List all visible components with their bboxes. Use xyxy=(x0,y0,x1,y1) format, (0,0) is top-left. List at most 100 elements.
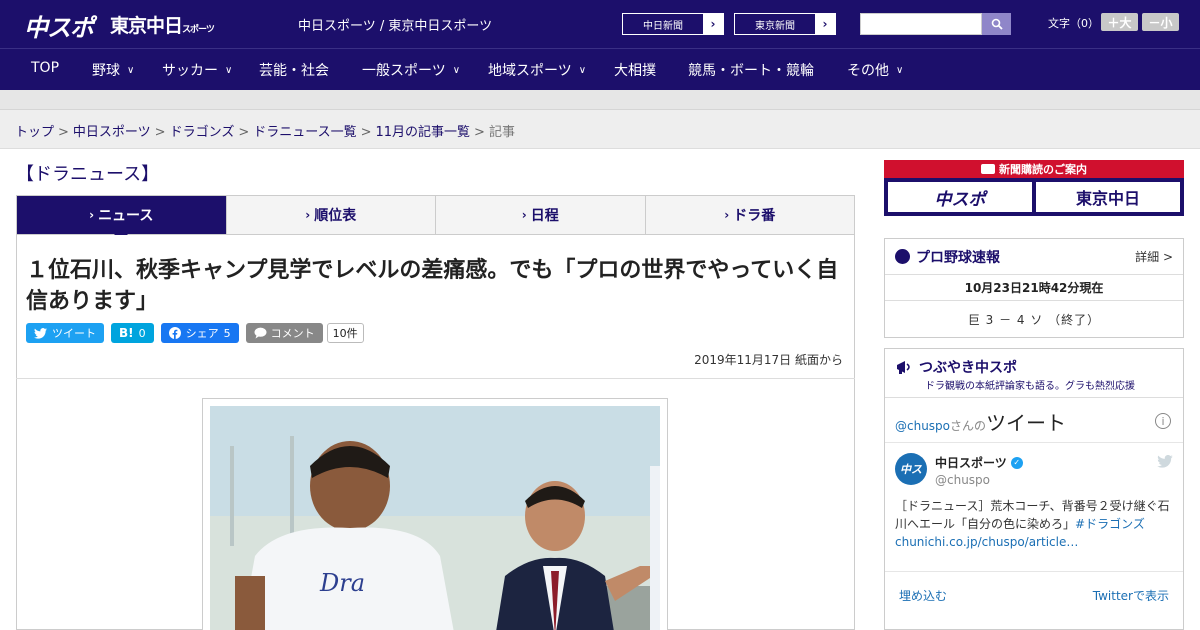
share-buttons: ツイート B! 0 シェア 5 コメント 10件 xyxy=(26,323,364,343)
nav-label: 地域スポーツ xyxy=(488,63,572,79)
section-title: 【ドラニュース】 xyxy=(16,164,160,185)
nav-item-entertainment[interactable]: 芸能・社会 xyxy=(259,60,329,80)
tokyo-shimbun-label: 東京新聞 xyxy=(755,20,795,32)
chevron-right-icon: › xyxy=(703,14,723,34)
tab-label: ニュース xyxy=(98,208,154,224)
hatena-count: 0 xyxy=(138,326,146,340)
info-icon[interactable]: i xyxy=(1155,413,1171,429)
chunichi-shimbun-label: 中日新聞 xyxy=(643,20,683,32)
tab-standings[interactable]: › 順位表 xyxy=(227,196,436,234)
search-button[interactable] xyxy=(982,13,1011,35)
twitter-bird-icon xyxy=(34,327,47,339)
search-input[interactable] xyxy=(860,13,982,35)
nav-label: その他 xyxy=(847,63,889,79)
divider xyxy=(885,442,1183,443)
tweet-button[interactable]: ツイート xyxy=(26,323,104,343)
baseball-live-header: プロ野球速報 詳細 > xyxy=(885,239,1183,275)
facebook-icon xyxy=(168,327,181,339)
tweet-account-handle[interactable]: @chuspo xyxy=(935,473,990,487)
newspaper-icon xyxy=(981,164,995,174)
baseball-timestamp: 10月23日21時42分現在 xyxy=(885,275,1183,301)
hatena-bookmark-button[interactable]: B! 0 xyxy=(111,323,154,343)
chevron-right-icon: › xyxy=(89,208,95,222)
tweet-hashtag[interactable]: #ドラゴンズ xyxy=(1075,517,1145,531)
view-on-twitter-link[interactable]: Twitterで表示 xyxy=(1093,587,1169,604)
breadcrumb-separator: > xyxy=(238,125,250,140)
top-header: 中スポ 東京中日スポーツ 中日スポーツ / 東京中日スポーツ 中日新聞 › 東京… xyxy=(0,0,1200,48)
subscribe-title-text: 新聞購読のご案内 xyxy=(999,163,1087,176)
baseball-live-panel: プロ野球速報 詳細 > 10月23日21時42分現在 巨 3 － 4 ソ （終了… xyxy=(884,238,1184,338)
font-size-label: 文字（0） xyxy=(1048,17,1099,30)
nav-label: 競馬・ボート・競輪 xyxy=(688,63,814,79)
article-photo[interactable]: Dra xyxy=(210,406,660,630)
nav-item-baseball[interactable]: 野球 ∨ xyxy=(92,60,134,80)
breadcrumb-separator: > xyxy=(474,125,485,140)
breadcrumb-news-list[interactable]: ドラニュース一覧 xyxy=(253,125,356,140)
chevron-right-icon: › xyxy=(521,208,527,222)
font-larger-button[interactable]: ＋大 xyxy=(1101,13,1138,31)
main-nav: TOP 野球 ∨ サッカー ∨ 芸能・社会 一般スポーツ ∨ 地域スポーツ ∨ 大相撲 … xyxy=(0,48,1200,90)
tab-reporter[interactable]: › ドラ番 xyxy=(646,196,855,234)
tweet-author[interactable]: 中日スポーツ ✓ xyxy=(935,454,1023,471)
tab-label: 日程 xyxy=(530,208,559,224)
nav-item-racing[interactable]: 競馬・ボート・競輪 xyxy=(688,60,814,80)
tokyo-logo-text: 東京中日 xyxy=(110,15,183,37)
nav-item-sumo[interactable]: 大相撲 xyxy=(614,60,656,80)
breadcrumb-top[interactable]: トップ xyxy=(15,125,54,140)
baseball-details-link[interactable]: 詳細 > xyxy=(1135,248,1173,265)
chevron-right-icon: › xyxy=(815,14,835,34)
nav-item-local-sports[interactable]: 地域スポーツ ∨ xyxy=(488,60,586,80)
nav-item-top[interactable]: TOP xyxy=(31,60,59,76)
site-name-link[interactable]: 中日スポーツ / 東京中日スポーツ xyxy=(298,15,492,34)
twitter-widget-header: @chuspo さんの ツイート xyxy=(895,407,1066,436)
chuspo-logo[interactable]: 中スポ xyxy=(24,8,94,43)
breadcrumb: トップ > 中日スポーツ > ドラゴンズ > ドラニュース一覧 >11月の記事一覧 > 記事 xyxy=(15,121,515,140)
breadcrumb-dragons[interactable]: ドラゴンズ xyxy=(170,125,235,140)
embed-link[interactable]: 埋め込む xyxy=(899,587,947,604)
subscribe-title: 新聞購読のご案内 xyxy=(884,161,1184,177)
avatar[interactable]: 中ス xyxy=(895,453,927,485)
nav-label: サッカー xyxy=(162,63,218,79)
facebook-share-button[interactable]: シェア 5 xyxy=(160,323,239,343)
breadcrumb-month-list[interactable]: 11月の記事一覧 xyxy=(376,125,471,140)
nav-label: 野球 xyxy=(92,63,120,79)
comment-count: 10件 xyxy=(326,323,364,343)
chevron-right-icon: › xyxy=(305,208,311,222)
svg-text:Dra: Dra xyxy=(319,569,365,597)
tokyo-shimbun-button[interactable]: 東京新聞 › xyxy=(734,13,836,35)
twitter-bird-icon xyxy=(1157,455,1173,468)
tweet-link[interactable]: chunichi.co.jp/chuspo/article… xyxy=(895,535,1078,549)
twitter-panel-header: つぶやき中スポ xyxy=(895,357,1017,377)
megaphone-icon xyxy=(897,361,910,374)
comment-button[interactable]: コメント xyxy=(245,323,323,343)
hatena-bookmark-icon: B! xyxy=(119,326,134,340)
nav-item-other[interactable]: その他 ∨ xyxy=(847,60,903,80)
nav-label: 一般スポーツ xyxy=(362,63,446,79)
font-smaller-button[interactable]: －小 xyxy=(1142,13,1179,31)
nav-label: 芸能・社会 xyxy=(259,63,329,79)
twitter-widget-handle[interactable]: @chuspo xyxy=(895,419,950,433)
chevron-down-icon: ∨ xyxy=(578,64,587,76)
nav-item-general-sports[interactable]: 一般スポーツ ∨ xyxy=(362,60,460,80)
subscribe-chuspo-logo[interactable]: 中スポ xyxy=(888,182,1032,212)
breadcrumb-separator: > xyxy=(154,125,166,140)
divider xyxy=(885,397,1183,398)
tab-schedule[interactable]: › 日程 xyxy=(436,196,646,234)
chunichi-shimbun-button[interactable]: 中日新聞 › xyxy=(622,13,724,35)
breadcrumb-chunichi-sports[interactable]: 中日スポーツ xyxy=(73,125,151,140)
subscribe-tokyo-chunichi-logo[interactable]: 東京中日 xyxy=(1036,182,1180,212)
tweet-label: ツイート xyxy=(52,327,96,340)
nav-item-soccer[interactable]: サッカー ∨ xyxy=(162,60,232,80)
tab-label: ドラ番 xyxy=(733,208,776,224)
chevron-down-icon: ∨ xyxy=(896,64,904,76)
tab-label: 順位表 xyxy=(314,208,357,224)
nav-label: 大相撲 xyxy=(614,63,656,79)
verified-badge-icon: ✓ xyxy=(1010,456,1023,469)
tweet-account-name: 中日スポーツ xyxy=(935,456,1007,470)
tokyo-chunichi-logo[interactable]: 東京中日スポーツ xyxy=(110,11,215,38)
baseball-score[interactable]: 巨 3 － 4 ソ （終了） xyxy=(885,301,1183,337)
search-icon xyxy=(991,18,1003,30)
tab-news[interactable]: › ニュース xyxy=(17,196,227,241)
twitter-panel-title: つぶやき中スポ xyxy=(919,360,1017,376)
breadcrumb-separator: > xyxy=(360,125,372,140)
